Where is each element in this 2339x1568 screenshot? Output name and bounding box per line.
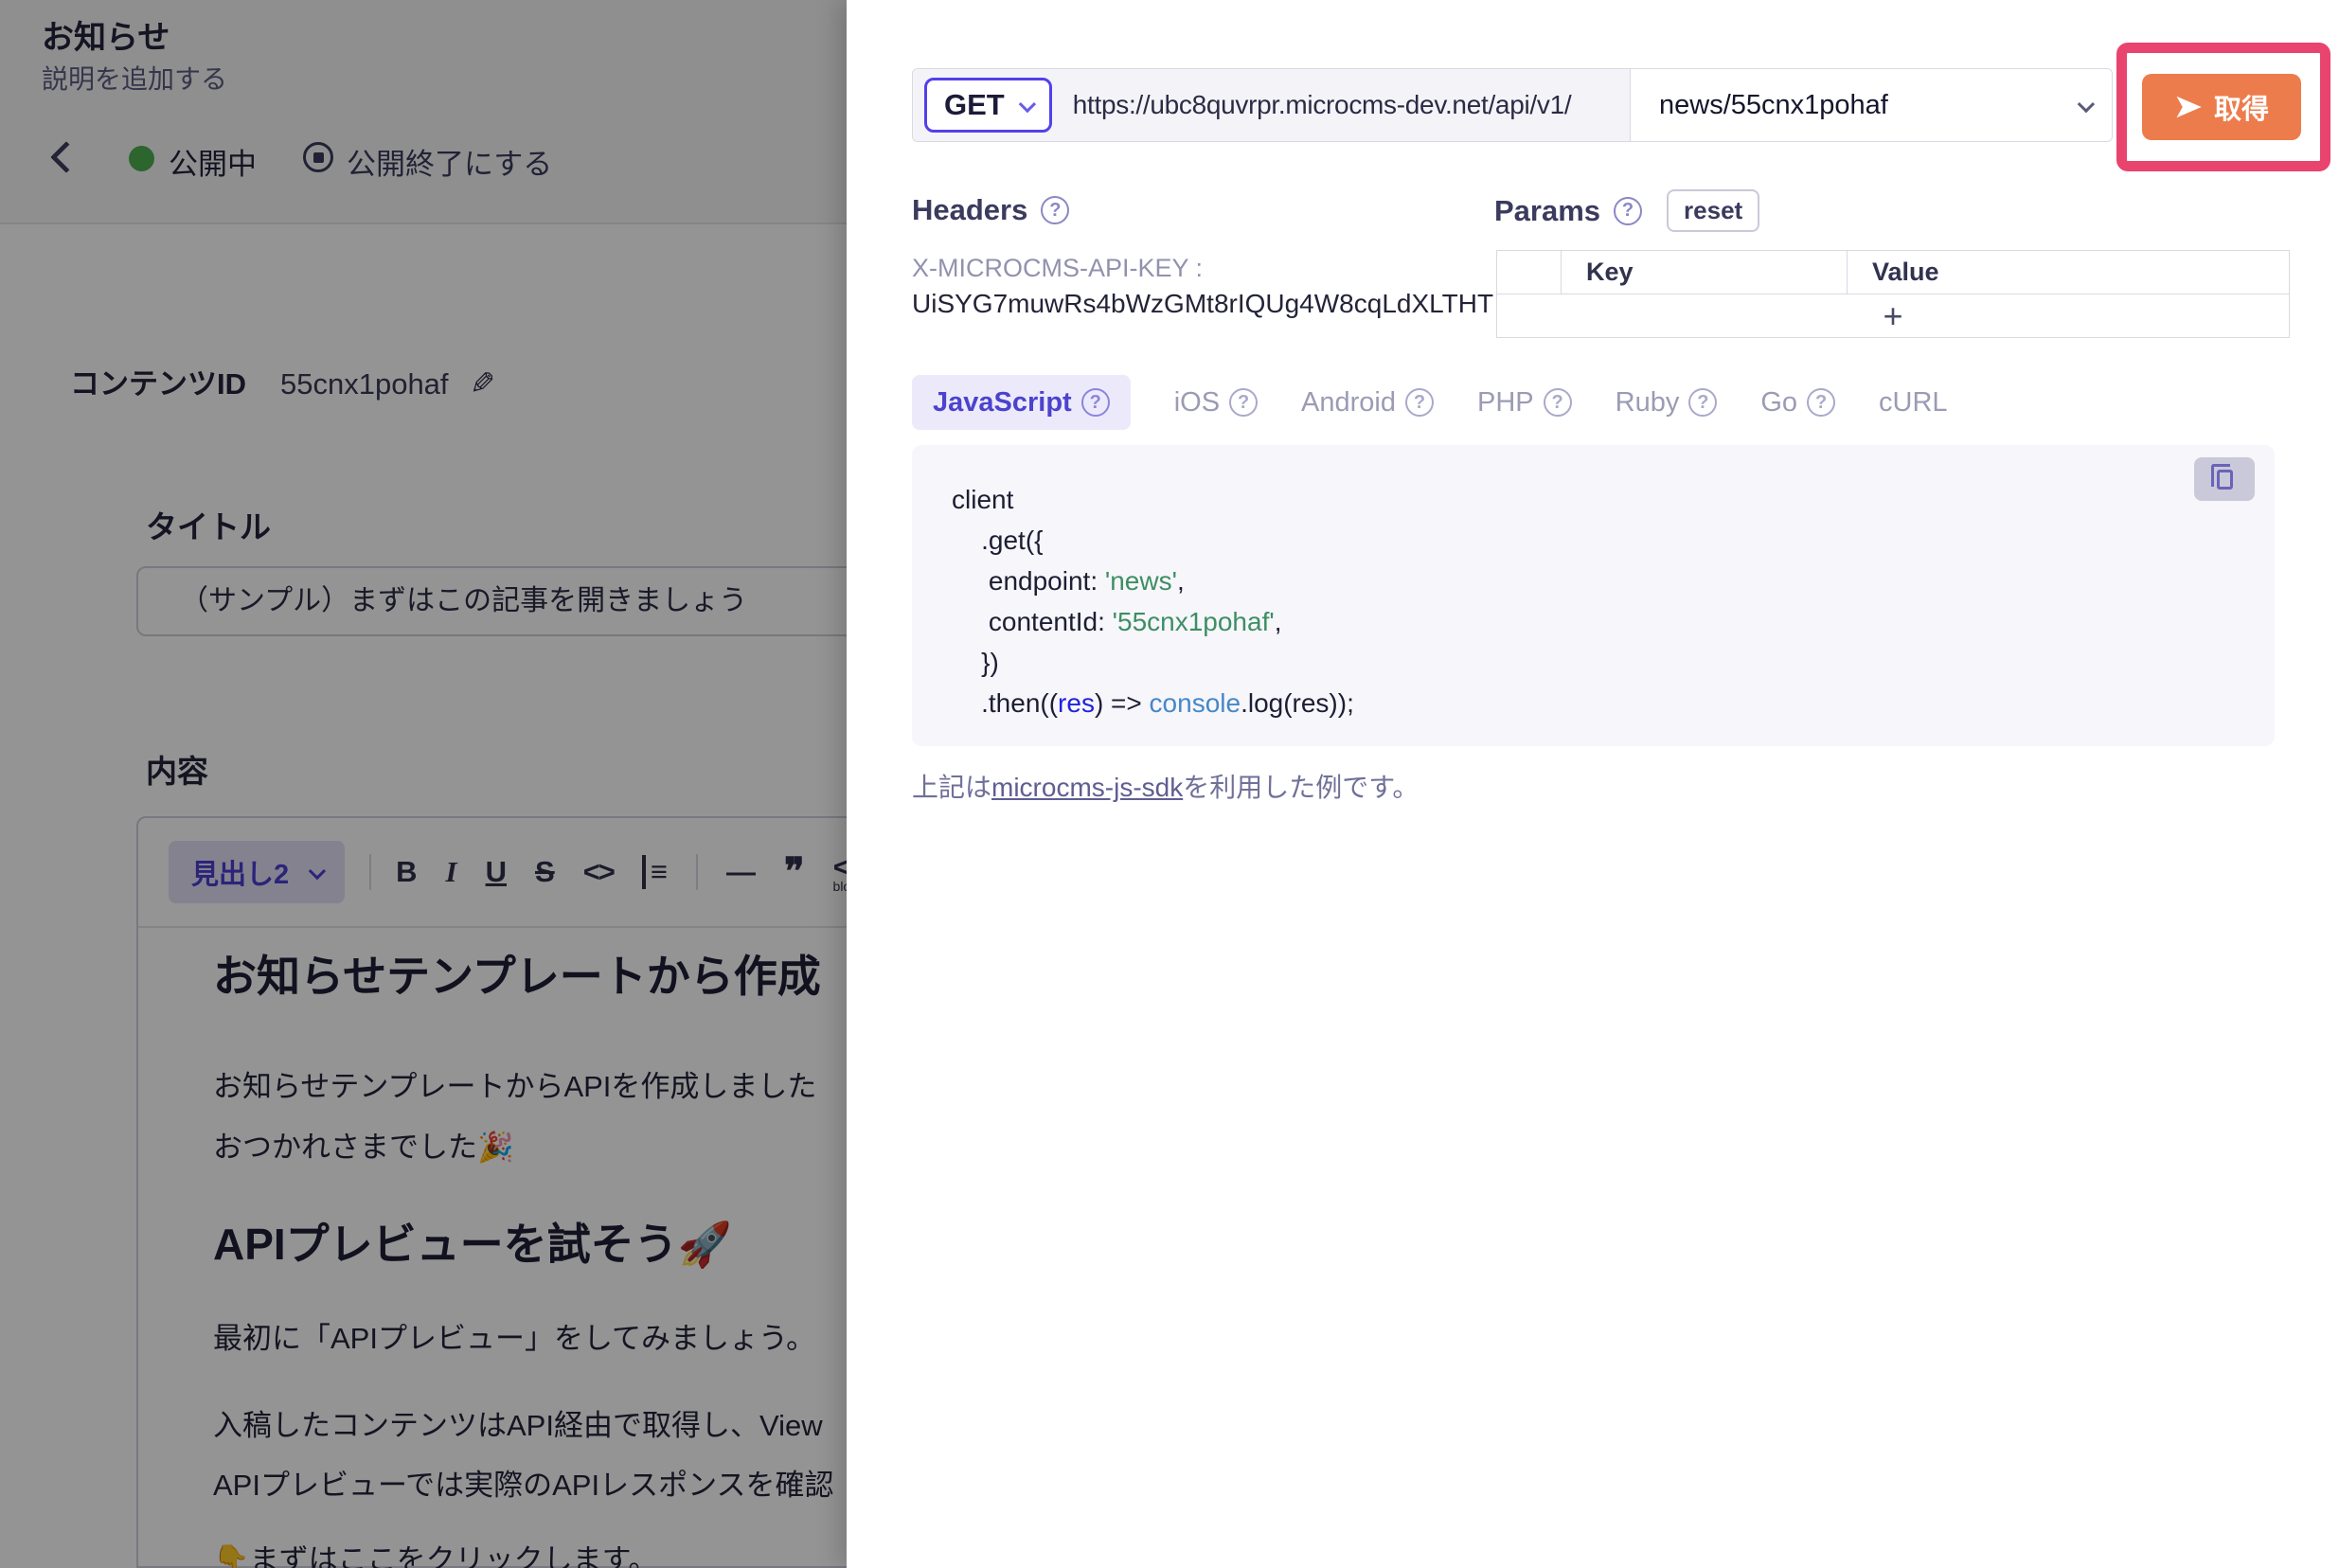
api-preview-modal: GET https://ubc8quvrpr.microcms-dev.net/…	[847, 0, 2339, 1568]
headers-title: Headers	[912, 193, 1027, 227]
help-icon[interactable]	[1807, 388, 1835, 417]
code-lines: client .get({ endpoint: 'news', contentI…	[952, 479, 1354, 723]
sdk-note: 上記はmicrocms-js-sdkを利用した例です。	[912, 767, 1419, 805]
sdk-link[interactable]: microcms-js-sdk	[991, 773, 1183, 802]
fetch-button[interactable]: 取得	[2142, 74, 2301, 140]
tab-go[interactable]: Go	[1760, 387, 1835, 419]
params-add-row-button[interactable]: +	[1497, 294, 2289, 337]
endpoint-value: news/55cnx1pohaf	[1659, 90, 1888, 121]
code-line: .get({	[952, 520, 1354, 561]
chevron-down-icon	[1018, 95, 1035, 112]
tab-label: Ruby	[1616, 387, 1680, 419]
tab-label: Go	[1760, 387, 1797, 419]
base-url-text: https://ubc8quvrpr.microcms-dev.net/api/…	[1073, 90, 1572, 120]
send-icon	[2174, 93, 2203, 121]
tab-label: Android	[1301, 387, 1396, 419]
fetch-button-label: 取得	[2214, 87, 2269, 127]
code-line: .then((res) => console.log(res));	[952, 683, 1354, 723]
content-editor-pane: お知らせ 説明を追加する 公開中 公開終了にする コンテンツID55cnx1po…	[0, 0, 847, 1568]
params-section-header: Params reset	[1494, 189, 1759, 232]
method-select[interactable]: GET	[924, 78, 1052, 133]
method-label: GET	[944, 88, 1005, 122]
code-snippet-block: client .get({ endpoint: 'news', contentI…	[912, 445, 2275, 746]
tab-curl[interactable]: cURL	[1879, 387, 1948, 419]
code-line: })	[952, 642, 1354, 683]
help-icon[interactable]	[1614, 197, 1642, 225]
help-icon[interactable]	[1041, 196, 1069, 224]
modal-backdrop[interactable]	[0, 0, 847, 1568]
code-line: contentId: '55cnx1pohaf',	[952, 601, 1354, 642]
endpoint-select[interactable]: news/55cnx1pohaf	[1630, 69, 2112, 141]
params-title: Params	[1494, 194, 1600, 228]
help-icon[interactable]	[1405, 388, 1434, 417]
chevron-down-icon	[2078, 95, 2095, 112]
help-icon[interactable]	[1544, 388, 1572, 417]
sdk-note-prefix: 上記は	[912, 773, 991, 802]
tab-label: PHP	[1477, 387, 1534, 419]
api-key-value: UiSYG7muwRs4bWzGMt8rIQUg4W8cqLdXLTHT	[912, 289, 1493, 319]
params-checkbox-column	[1497, 251, 1562, 294]
headers-section-header: Headers	[912, 193, 1069, 227]
code-line: client	[952, 479, 1354, 520]
copy-icon	[2217, 470, 2233, 490]
tab-php[interactable]: PHP	[1477, 387, 1572, 419]
code-line: endpoint: 'news',	[952, 561, 1354, 601]
api-key-label: X-MICROCMS-API-KEY :	[912, 254, 1203, 283]
params-value-header: Value	[1848, 251, 2289, 294]
copy-code-button[interactable]	[2194, 457, 2255, 501]
tab-label: JavaScript	[933, 387, 1072, 419]
request-bar: GET https://ubc8quvrpr.microcms-dev.net/…	[912, 68, 2113, 142]
tab-ruby[interactable]: Ruby	[1616, 387, 1718, 419]
params-reset-button[interactable]: reset	[1667, 189, 1759, 232]
params-table-header: Key Value	[1497, 251, 2289, 294]
sdk-note-suffix: を利用した例です。	[1183, 773, 1419, 802]
params-table: Key Value +	[1496, 250, 2290, 338]
help-icon[interactable]	[1229, 388, 1258, 417]
tab-label: iOS	[1174, 387, 1220, 419]
request-url-section: GET https://ubc8quvrpr.microcms-dev.net/…	[913, 69, 1630, 141]
tab-android[interactable]: Android	[1301, 387, 1434, 419]
tab-javascript[interactable]: JavaScript	[912, 375, 1131, 430]
tab-label: cURL	[1879, 387, 1948, 419]
help-icon[interactable]	[1081, 388, 1110, 417]
language-tabs: JavaScript iOS Android PHP Ruby Go cURL	[912, 375, 1948, 430]
app-root: お知らせ 説明を追加する 公開中 公開終了にする コンテンツID55cnx1po…	[0, 0, 2339, 1568]
tab-ios[interactable]: iOS	[1174, 387, 1258, 419]
help-icon[interactable]	[1688, 388, 1717, 417]
params-key-header: Key	[1562, 251, 1848, 294]
